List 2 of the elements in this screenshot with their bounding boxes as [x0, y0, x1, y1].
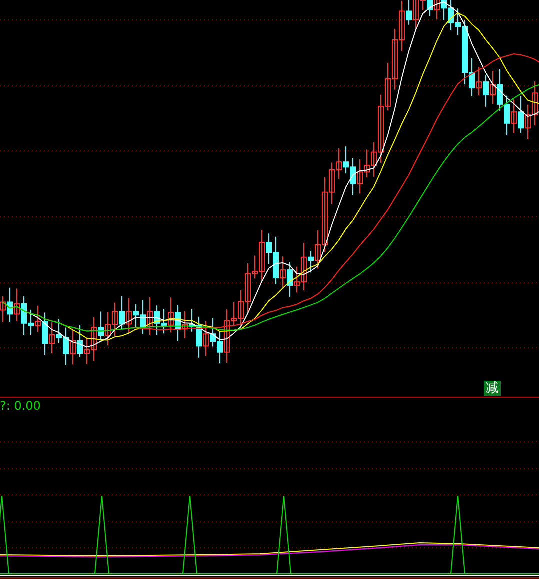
indicator-reading: ?: 0.00: [0, 399, 41, 413]
signal-badge: 减: [484, 381, 501, 396]
